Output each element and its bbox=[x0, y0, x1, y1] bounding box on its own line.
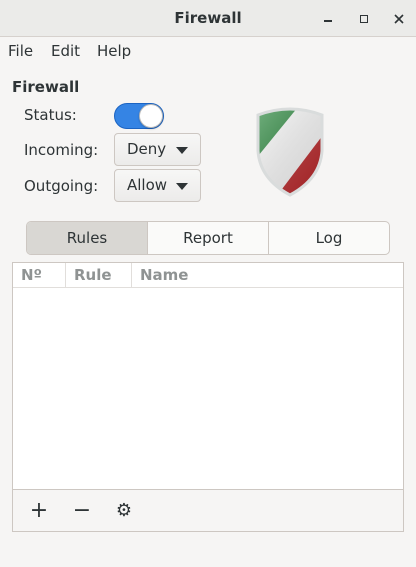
close-button[interactable] bbox=[389, 9, 409, 29]
outgoing-dropdown[interactable]: Allow bbox=[114, 169, 201, 202]
maximize-icon bbox=[360, 15, 368, 23]
close-icon bbox=[394, 14, 404, 24]
table-header: Nº Rule Name bbox=[13, 263, 403, 288]
menu-file[interactable]: File bbox=[8, 41, 33, 61]
minimize-button[interactable] bbox=[318, 9, 338, 29]
shield-icon bbox=[256, 107, 324, 197]
title-bar: Firewall bbox=[0, 0, 416, 37]
minus-icon: − bbox=[72, 497, 92, 523]
toggle-knob bbox=[139, 104, 163, 128]
firewall-window: Firewall File Edit Help Firewall Status:… bbox=[0, 0, 416, 567]
incoming-label: Incoming: bbox=[24, 141, 99, 159]
column-header-name[interactable]: Name bbox=[132, 263, 403, 288]
rules-toolbar: + − ⚙ bbox=[12, 490, 404, 532]
minimize-icon bbox=[324, 20, 332, 22]
menu-bar: File Edit Help bbox=[0, 37, 416, 65]
incoming-value: Deny bbox=[127, 140, 167, 158]
remove-rule-button[interactable]: − bbox=[70, 497, 94, 523]
menu-edit[interactable]: Edit bbox=[51, 41, 80, 61]
edit-rule-button[interactable]: ⚙ bbox=[112, 498, 136, 522]
status-label: Status: bbox=[24, 106, 77, 124]
tab-log[interactable]: Log bbox=[269, 222, 389, 254]
section-title: Firewall bbox=[12, 78, 80, 96]
tab-rules[interactable]: Rules bbox=[27, 222, 148, 254]
column-header-rule[interactable]: Rule bbox=[66, 263, 132, 288]
column-header-number[interactable]: Nº bbox=[13, 263, 66, 288]
tab-report[interactable]: Report bbox=[148, 222, 269, 254]
rules-table[interactable]: Nº Rule Name bbox=[12, 262, 404, 490]
chevron-down-icon bbox=[176, 183, 188, 190]
outgoing-value: Allow bbox=[127, 176, 168, 194]
menu-help[interactable]: Help bbox=[97, 41, 131, 61]
gear-icon: ⚙ bbox=[115, 499, 133, 521]
outgoing-label: Outgoing: bbox=[24, 177, 99, 195]
status-toggle[interactable] bbox=[114, 103, 164, 129]
maximize-button[interactable] bbox=[354, 9, 374, 29]
plus-icon: + bbox=[29, 497, 49, 523]
chevron-down-icon bbox=[176, 147, 188, 154]
add-rule-button[interactable]: + bbox=[27, 497, 51, 523]
incoming-dropdown[interactable]: Deny bbox=[114, 133, 201, 166]
view-tabs: Rules Report Log bbox=[26, 221, 390, 255]
